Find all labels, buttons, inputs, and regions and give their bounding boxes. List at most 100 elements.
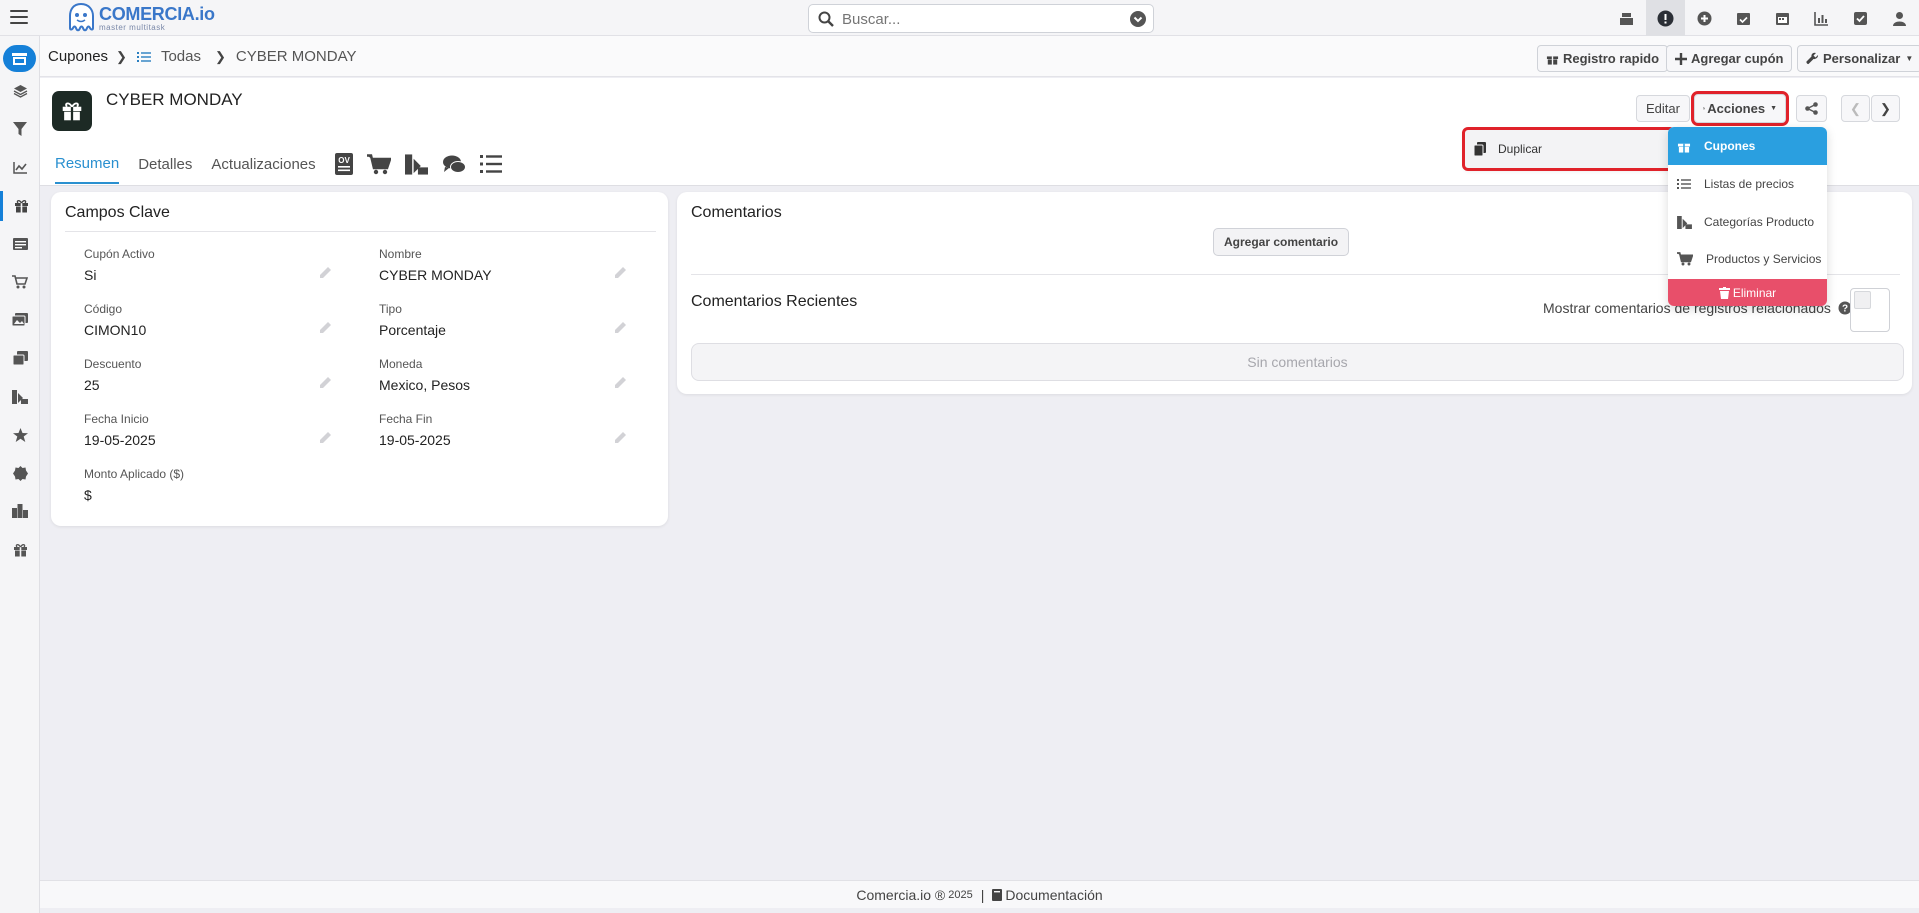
field-currency: Moneda Mexico, Pesos <box>379 357 639 393</box>
wrench-icon <box>1806 52 1819 65</box>
actions-dropdown-menu: Cupones Listas de precios Categorías Pro… <box>1668 127 1827 306</box>
warehouse-icon[interactable] <box>0 496 40 526</box>
badge-icon[interactable] <box>0 458 40 488</box>
task-check-icon[interactable] <box>1841 0 1880 36</box>
caret-down-icon: ▼ <box>1770 105 1777 112</box>
app-name: COMERCIA.io <box>99 3 215 24</box>
menu-item-product-categories[interactable]: Categorías Producto <box>1668 203 1827 241</box>
global-search <box>808 4 1154 33</box>
delete-button[interactable]: Eliminar <box>1668 279 1827 306</box>
add-comment-button[interactable]: Agregar comentario <box>1213 228 1350 256</box>
empty-comments-message: Sin comentarios <box>691 343 1904 381</box>
book-icon <box>992 888 1003 901</box>
field-name: Nombre CYBER MONDAY <box>379 247 639 283</box>
copies-icon[interactable] <box>0 343 40 373</box>
list-view-icon <box>136 51 151 62</box>
documentation-link[interactable]: Documentación <box>1005 887 1102 903</box>
top-bar: COMERCIA.io master multitask <box>0 0 1919 36</box>
footer-brand: Comercia.io ® <box>856 886 946 903</box>
comments-icon[interactable] <box>442 155 466 174</box>
field-applied-amount: Monto Aplicado ($) $ <box>84 467 185 503</box>
trash-icon <box>1718 286 1730 299</box>
plus-icon <box>1675 52 1687 65</box>
svg-text:OV: OV <box>338 156 350 165</box>
chart-icon[interactable] <box>1802 0 1841 36</box>
footer: Comercia.io ® 2025 | Documentación <box>40 880 1919 908</box>
comments-title: Comentarios <box>691 204 782 221</box>
edit-pencil-icon[interactable] <box>614 266 627 279</box>
recent-comments-title: Comentarios Recientes <box>691 293 858 310</box>
show-related-comments-toggle[interactable] <box>1850 288 1890 332</box>
footer-separator: | <box>980 886 985 903</box>
images-icon[interactable] <box>0 305 40 335</box>
customize-button[interactable]: Personalizar ▼ <box>1797 45 1919 72</box>
breadcrumb-bar: Cupones ❯ Todas ❯ CYBER MONDAY Registro … <box>40 36 1919 77</box>
gift-card-icon[interactable] <box>0 535 40 565</box>
gift-icon <box>1546 55 1559 65</box>
field-code: Código CIMON10 <box>84 302 344 338</box>
breadcrumb: Cupones ❯ Todas ❯ CYBER MONDAY <box>48 48 356 65</box>
edit-pencil-icon[interactable] <box>614 376 627 389</box>
breadcrumb-module[interactable]: Cupones <box>48 48 108 65</box>
cart-add-icon[interactable] <box>0 267 40 297</box>
user-icon[interactable] <box>1880 0 1919 36</box>
list-icon <box>1677 179 1691 189</box>
app-logo[interactable]: COMERCIA.io master multitask <box>67 1 215 35</box>
tab-details[interactable]: Detalles <box>138 146 192 183</box>
alert-icon[interactable] <box>1646 0 1685 36</box>
star-icon[interactable] <box>0 420 40 450</box>
edit-pencil-icon[interactable] <box>319 321 332 334</box>
calendar-icon[interactable] <box>1763 0 1802 36</box>
edit-pencil-icon[interactable] <box>614 321 627 334</box>
menu-item-products-services[interactable]: Productos y Servicios <box>1668 240 1827 278</box>
key-fields-title: Campos Clave <box>65 204 170 221</box>
layers-icon[interactable] <box>0 76 40 106</box>
field-end-date: Fecha Fin 19-05-2025 <box>379 412 639 448</box>
copy-icon <box>1474 142 1486 156</box>
field-type: Tipo Porcentaje <box>379 302 639 338</box>
share-icon <box>1805 102 1818 115</box>
duplicate-menu-item[interactable]: Duplicar <box>1462 127 1676 171</box>
search-options-icon[interactable] <box>1130 11 1146 27</box>
footer-year: 2025 <box>948 888 973 901</box>
add-circle-icon[interactable] <box>1685 0 1724 36</box>
edit-pencil-icon[interactable] <box>614 431 627 444</box>
chevron-right-icon: ❯ <box>1880 100 1891 116</box>
cart-icon[interactable] <box>366 153 391 175</box>
swatch-icon[interactable] <box>0 382 40 412</box>
quick-register-button[interactable]: Registro rapido <box>1537 45 1669 72</box>
breadcrumb-record: CYBER MONDAY <box>235 48 357 65</box>
gift-icon <box>1677 143 1691 153</box>
cart-icon <box>1677 252 1693 266</box>
actions-button[interactable]: Acciones ▼ <box>1691 91 1789 126</box>
chevron-left-icon: ❮ <box>1850 100 1861 116</box>
list-icon[interactable] <box>479 155 502 173</box>
product-categories-icon[interactable] <box>404 153 428 175</box>
edit-button[interactable]: Editar <box>1636 95 1690 122</box>
tab-updates[interactable]: Actualizaciones <box>211 146 315 183</box>
menu-item-price-lists[interactable]: Listas de precios <box>1668 165 1827 203</box>
next-record-button[interactable]: ❯ <box>1871 95 1900 122</box>
cash-register-icon[interactable] <box>1607 0 1646 36</box>
calendar-check-icon[interactable] <box>1724 0 1763 36</box>
funnel-icon[interactable] <box>0 114 40 144</box>
edit-pencil-icon[interactable] <box>319 266 332 279</box>
menu-icon[interactable] <box>10 10 28 24</box>
edit-pencil-icon[interactable] <box>319 376 332 389</box>
sales-order-icon[interactable]: OV <box>334 153 353 175</box>
edit-pencil-icon[interactable] <box>319 431 332 444</box>
breadcrumb-list[interactable]: Todas <box>161 48 201 65</box>
tab-summary[interactable]: Resumen <box>55 145 120 184</box>
add-coupon-button[interactable]: Agregar cupón <box>1666 45 1793 72</box>
record-tabs: Resumen Detalles Actualizaciones OV <box>55 142 516 186</box>
search-input[interactable] <box>842 9 1122 29</box>
previous-record-button[interactable]: ❮ <box>1841 95 1870 122</box>
list-icon[interactable] <box>0 229 40 259</box>
page-title: CYBER MONDAY <box>106 90 243 109</box>
svg-text:?: ? <box>1842 304 1848 315</box>
menu-item-coupons[interactable]: Cupones <box>1668 127 1827 165</box>
gift-icon[interactable] <box>0 191 40 221</box>
share-button[interactable] <box>1796 95 1827 122</box>
line-chart-icon[interactable] <box>0 152 40 182</box>
store-home-icon[interactable] <box>3 45 36 72</box>
